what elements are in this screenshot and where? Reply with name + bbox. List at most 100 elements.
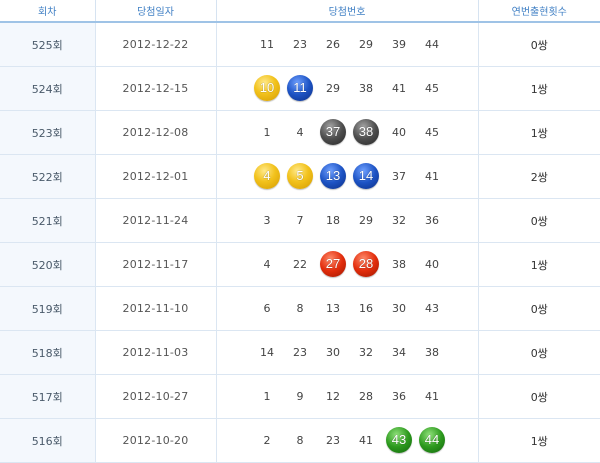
numbers-cell: 2 8 23 41 43 44 [216,418,479,463]
numbers-cell: 4 22 27 28 38 40 [216,242,479,287]
date-cell: 2012-12-01 [95,154,217,199]
date-cell: 2012-12-15 [95,66,217,111]
number-slot: 1 [251,382,284,412]
number-slot: 38 [350,74,383,104]
plain-number: 34 [392,345,406,359]
plain-number: 29 [326,81,340,95]
table-row: 521회 2012-11-24 3 7 18 29 32 36 0쌍 [0,198,600,243]
plain-number: 29 [359,37,373,51]
number-slot: 13 [317,294,350,324]
plain-number: 41 [425,389,439,403]
numbers-cell: 6 8 13 16 30 43 [216,286,479,331]
number-slot: 40 [416,250,449,280]
plain-number: 8 [296,301,304,315]
number-slot: 37 [317,118,350,148]
number-slot: 29 [350,206,383,236]
plain-number: 36 [425,213,439,227]
yellow-ball-number: 10 [254,74,280,101]
numbers-row: 14 23 30 32 34 38 [217,331,478,374]
table-row: 523회 2012-12-08 1 4 37 38 40 45 1쌍 [0,110,600,155]
plain-number: 6 [263,301,271,315]
plain-number: 44 [425,37,439,51]
numbers-cell: 10 11 29 38 41 45 [216,66,479,111]
round-cell: 525회 [0,22,96,67]
plain-number: 38 [425,345,439,359]
plain-number: 43 [425,301,439,315]
numbers-row: 6 8 13 16 30 43 [217,287,478,330]
table-row: 524회 2012-12-15 10 11 29 38 41 45 1쌍 [0,66,600,111]
blue-ball-number: 13 [320,162,346,189]
plain-number: 41 [425,169,439,183]
round-cell: 517회 [0,374,96,419]
blue-ball-number: 11 [287,74,313,101]
numbers-row: 4 22 27 28 38 40 [217,243,478,286]
numbers-cell: 4 5 13 14 37 41 [216,154,479,199]
consecutive-count-cell: 0쌍 [478,374,600,419]
date-cell: 2012-11-03 [95,330,217,375]
number-slot: 11 [251,30,284,60]
number-slot: 30 [383,294,416,324]
round-cell: 521회 [0,198,96,243]
consecutive-count-cell: 0쌍 [478,330,600,375]
table-row: 519회 2012-11-10 6 8 13 16 30 43 0쌍 [0,286,600,331]
header-round: 회차 [0,0,96,23]
plain-number: 41 [359,433,373,447]
numbers-row: 4 5 13 14 37 41 [217,155,478,198]
number-slot: 36 [383,382,416,412]
number-slot: 44 [416,30,449,60]
consecutive-count-cell: 0쌍 [478,286,600,331]
plain-number: 1 [263,125,271,139]
number-slot: 41 [416,162,449,192]
round-cell: 522회 [0,154,96,199]
number-slot: 23 [284,338,317,368]
plain-number: 1 [263,389,271,403]
plain-number: 9 [296,389,304,403]
numbers-row: 10 11 29 38 41 45 [217,67,478,110]
number-slot: 28 [350,382,383,412]
numbers-cell: 1 9 12 28 36 41 [216,374,479,419]
red-ball-number: 27 [320,250,346,277]
number-slot: 6 [251,294,284,324]
gray-ball-number: 38 [353,118,379,145]
number-slot: 43 [416,294,449,324]
plain-number: 14 [260,345,274,359]
table-row: 520회 2012-11-17 4 22 27 28 38 40 1쌍 [0,242,600,287]
number-slot: 38 [416,338,449,368]
plain-number: 28 [359,389,373,403]
number-slot: 37 [383,162,416,192]
plain-number: 40 [392,125,406,139]
plain-number: 2 [263,433,271,447]
plain-number: 39 [392,37,406,51]
date-cell: 2012-10-20 [95,418,217,463]
lotto-results-table: 회차 당첨일자 당첨번호 연번출현횟수 525회 2012-12-22 11 23 26… [0,0,600,463]
consecutive-count-cell: 1쌍 [478,110,600,155]
numbers-row: 11 23 26 29 39 44 [217,23,478,66]
number-slot: 38 [350,118,383,148]
number-slot: 4 [284,118,317,148]
number-slot: 26 [317,30,350,60]
number-slot: 4 [251,162,284,192]
yellow-ball-number: 5 [287,162,313,189]
plain-number: 38 [392,257,406,271]
number-slot: 41 [416,382,449,412]
round-cell: 523회 [0,110,96,155]
plain-number: 23 [293,345,307,359]
number-slot: 44 [416,426,449,456]
number-slot: 43 [383,426,416,456]
number-slot: 28 [350,250,383,280]
plain-number: 12 [326,389,340,403]
number-slot: 45 [416,74,449,104]
plain-number: 32 [392,213,406,227]
round-cell: 518회 [0,330,96,375]
header-date: 당첨일자 [95,0,217,23]
blue-ball-number: 14 [353,162,379,189]
number-slot: 32 [350,338,383,368]
red-ball-number: 28 [353,250,379,277]
table-row: 525회 2012-12-22 11 23 26 29 39 44 0쌍 [0,22,600,67]
number-slot: 29 [317,74,350,104]
plain-number: 4 [296,125,304,139]
numbers-row: 3 7 18 29 32 36 [217,199,478,242]
numbers-cell: 11 23 26 29 39 44 [216,22,479,67]
plain-number: 8 [296,433,304,447]
plain-number: 7 [296,213,304,227]
